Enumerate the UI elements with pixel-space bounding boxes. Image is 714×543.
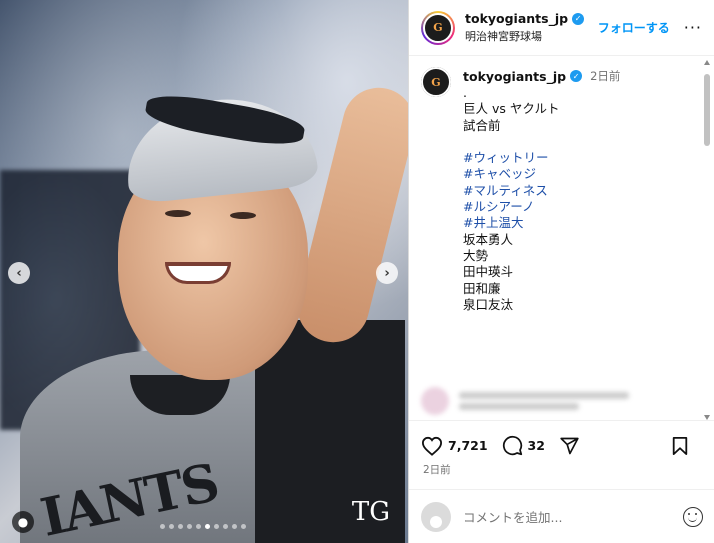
carousel-dot: [169, 524, 174, 529]
carousel-dot: [196, 524, 201, 529]
caption-line: 巨人 vs ヤクルト: [463, 101, 560, 117]
comment-lines: [459, 388, 629, 414]
caption-header: tokyogiants_jp ✓ 2日前: [463, 67, 620, 85]
team-watermark-logo: TG: [351, 497, 390, 527]
hashtag-link[interactable]: #マルティネス: [463, 183, 620, 199]
more-options-icon[interactable]: ···: [684, 18, 702, 37]
carousel-prev-button[interactable]: ‹: [8, 262, 30, 284]
carousel-dot: [205, 524, 210, 529]
caption-line: 試合前: [463, 117, 501, 133]
default-user-icon: [430, 515, 442, 528]
caption-row: G tokyogiants_jp ✓ 2日前 . 巨人 vs ヤクルト 試合前 #ウィ…: [421, 67, 703, 313]
hashtag-link[interactable]: #ルシアーノ: [463, 199, 620, 215]
giants-logo-icon: G: [423, 12, 453, 43]
post-date: 2日前: [423, 464, 451, 476]
hashtag-link[interactable]: #井上温大: [463, 215, 620, 231]
chevron-left-icon: ‹: [16, 265, 22, 281]
caption-line: 坂本勇人: [463, 231, 514, 247]
caption-body: tokyogiants_jp ✓ 2日前 . 巨人 vs ヤクルト 試合前 #ウィット…: [463, 67, 620, 313]
comment-button[interactable]: 32: [502, 435, 545, 456]
caption-avatar[interactable]: G: [421, 67, 451, 97]
heart-icon: [421, 436, 443, 456]
carousel-indicator: [160, 524, 246, 529]
hashtag-link[interactable]: #キャベッジ: [463, 166, 620, 182]
caption-section: G tokyogiants_jp ✓ 2日前 . 巨人 vs ヤクルト 試合前 #ウィ…: [409, 57, 714, 420]
scroll-thumb[interactable]: [704, 74, 710, 146]
caption-line: .: [463, 85, 467, 100]
caption-line: 大勢: [463, 247, 489, 263]
comment-icon: [502, 435, 522, 456]
account-avatar[interactable]: G: [421, 10, 455, 45]
user-icon: ●: [17, 515, 29, 529]
caption-line: 田中瑛斗: [463, 264, 514, 280]
blurred-comment: [421, 387, 701, 415]
verified-badge-icon: ✓: [572, 12, 585, 25]
blurred-comments: [421, 387, 701, 420]
comment-line: [459, 392, 629, 399]
scroll-up-icon[interactable]: [704, 60, 710, 65]
like-button[interactable]: 7,721: [421, 436, 488, 456]
bookmark-icon: [672, 436, 688, 455]
caption-line: 田和廉: [463, 280, 501, 296]
photo-eye-right: [230, 212, 256, 219]
header-text: tokyogiants_jp ✓ 明治神宮野球場: [465, 11, 598, 44]
tagged-users-button[interactable]: ●: [12, 511, 34, 533]
follow-button[interactable]: フォローする: [598, 19, 670, 36]
comment-avatar: [421, 387, 449, 415]
like-count[interactable]: 7,721: [448, 438, 488, 453]
chevron-right-icon: ›: [384, 265, 390, 281]
share-button[interactable]: [559, 436, 580, 456]
emoji-icon[interactable]: [683, 506, 703, 527]
add-comment-bar: コメントを追加...: [409, 489, 714, 543]
caption-line: 泉口友汰: [463, 296, 514, 312]
carousel-dot: [241, 524, 246, 529]
caption-scrollbar[interactable]: [704, 60, 710, 420]
send-icon: [560, 437, 579, 454]
current-user-avatar: [421, 501, 451, 532]
carousel-dot: [223, 524, 228, 529]
post-header: G tokyogiants_jp ✓ 明治神宮野球場 フォローする ···: [409, 0, 714, 56]
caption-time: 2日前: [590, 69, 621, 83]
carousel-dot: [178, 524, 183, 529]
carousel-next-button[interactable]: ›: [376, 262, 398, 284]
comment-count[interactable]: 32: [528, 438, 545, 453]
hashtag-link[interactable]: #ウィットリー: [463, 150, 620, 166]
header-username[interactable]: tokyogiants_jp: [465, 11, 568, 26]
verified-badge-icon: ✓: [570, 70, 583, 82]
caption-username[interactable]: tokyogiants_jp: [463, 69, 566, 84]
carousel-dot: [160, 524, 165, 529]
post-photo[interactable]: IANTS TG ‹ › ●: [0, 0, 408, 543]
post-location[interactable]: 明治神宮野球場: [465, 28, 598, 44]
post-side-panel: G tokyogiants_jp ✓ 明治神宮野球場 フォローする ··· G …: [408, 0, 714, 543]
carousel-dot: [232, 524, 237, 529]
photo-eye-left: [165, 210, 191, 217]
save-button[interactable]: [671, 436, 689, 456]
comment-input[interactable]: コメントを追加...: [463, 507, 683, 526]
post-viewer: IANTS TG ‹ › ● G tokyogiants_jp ✓ 明治神宮野球…: [0, 0, 714, 543]
carousel-dot: [187, 524, 192, 529]
comment-line: [459, 403, 579, 410]
header-username-row: tokyogiants_jp ✓: [465, 11, 598, 26]
carousel-dot: [214, 524, 219, 529]
action-bar: 7,721 32: [409, 420, 714, 470]
giants-logo-icon: G: [421, 67, 451, 97]
caption-text: . 巨人 vs ヤクルト 試合前 #ウィットリー #キャベッジ #マルティネス #ルシアーノ…: [463, 85, 620, 313]
